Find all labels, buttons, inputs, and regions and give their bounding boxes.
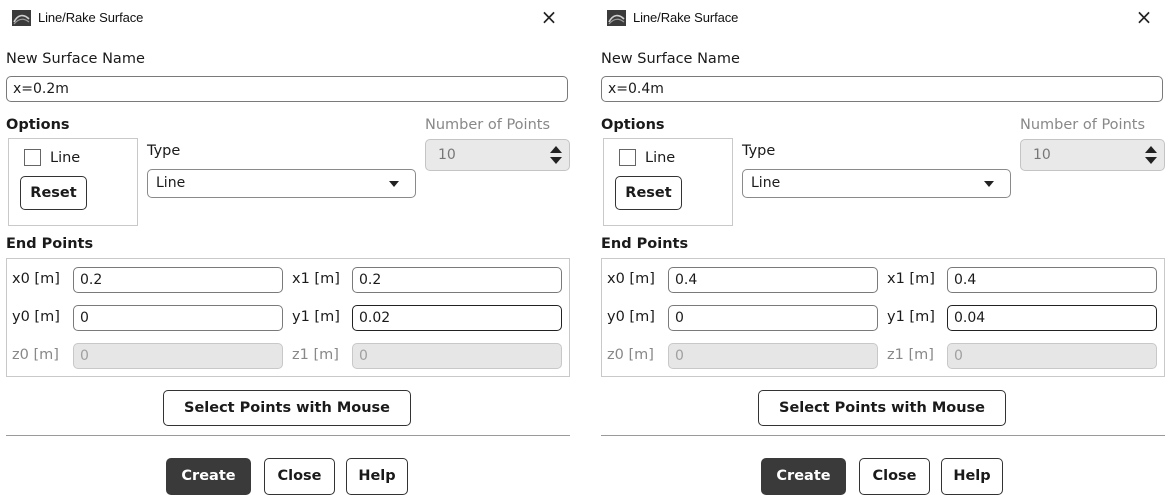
z1-field: 0 — [947, 343, 1157, 369]
close-button[interactable]: Close — [859, 458, 930, 495]
number-of-points-label: Number of Points — [1020, 117, 1145, 133]
stepper-up-icon[interactable] — [1145, 146, 1157, 153]
y0-label: y0 [m] — [12, 309, 60, 325]
x0-label: x0 [m] — [607, 271, 655, 287]
end-points-label: End Points — [601, 236, 689, 252]
y1-label: y1 [m] — [292, 309, 340, 325]
close-icon[interactable]: × — [538, 6, 560, 28]
x1-label: x1 [m] — [887, 271, 935, 287]
line-rake-surface-dialog-1: Line/Rake Surface × New Surface Name x=0… — [2, 0, 572, 495]
new-surface-name-input[interactable]: x=0.4m — [601, 76, 1163, 102]
close-button[interactable]: Close — [264, 458, 335, 495]
number-of-points-label: Number of Points — [425, 117, 550, 133]
x0-label: x0 [m] — [12, 271, 60, 287]
type-select[interactable]: Line — [147, 169, 416, 198]
line-rake-surface-dialog-2: Line/Rake Surface × New Surface Name x=0… — [597, 0, 1167, 495]
divider — [6, 435, 570, 436]
y0-field[interactable]: 0 — [668, 305, 878, 331]
z1-label: z1 [m] — [887, 347, 934, 363]
number-of-points-stepper[interactable]: 10 — [425, 139, 570, 171]
number-of-points-value: 10 — [1033, 147, 1051, 163]
title-bar: Line/Rake Surface × — [597, 0, 1167, 38]
z1-label: z1 [m] — [292, 347, 339, 363]
stepper-down-icon[interactable] — [550, 157, 562, 164]
options-group: Line Reset — [603, 138, 733, 226]
x0-field[interactable]: 0.4 — [668, 267, 878, 293]
type-select-value: Line — [156, 175, 186, 191]
type-label: Type — [147, 143, 181, 159]
z0-label: z0 [m] — [12, 347, 59, 363]
create-button[interactable]: Create — [166, 458, 251, 495]
type-select[interactable]: Line — [742, 169, 1011, 198]
dialog-title: Line/Rake Surface — [633, 10, 739, 25]
y0-field[interactable]: 0 — [73, 305, 283, 331]
dialog-title: Line/Rake Surface — [38, 10, 144, 25]
title-bar: Line/Rake Surface × — [2, 0, 572, 38]
end-points-label: End Points — [6, 236, 94, 252]
x1-label: x1 [m] — [292, 271, 340, 287]
stepper-up-icon[interactable] — [550, 146, 562, 153]
new-surface-name-label: New Surface Name — [6, 51, 145, 67]
help-button[interactable]: Help — [941, 458, 1003, 495]
options-label: Options — [601, 117, 665, 133]
select-points-with-mouse-button[interactable]: Select Points with Mouse — [163, 390, 411, 426]
divider — [601, 435, 1165, 436]
chevron-down-icon — [389, 181, 399, 187]
app-mesh-icon — [607, 10, 626, 26]
reset-button[interactable]: Reset — [20, 176, 87, 210]
z0-label: z0 [m] — [607, 347, 654, 363]
chevron-down-icon — [984, 181, 994, 187]
line-checkbox-label: Line — [50, 150, 81, 166]
select-points-with-mouse-button[interactable]: Select Points with Mouse — [758, 390, 1006, 426]
new-surface-name-input[interactable]: x=0.2m — [6, 76, 568, 102]
z0-field: 0 — [668, 343, 878, 369]
x1-field[interactable]: 0.2 — [352, 267, 562, 293]
y1-field[interactable]: 0.04 — [947, 305, 1157, 331]
y1-label: y1 [m] — [887, 309, 935, 325]
type-select-value: Line — [751, 175, 781, 191]
z0-field: 0 — [73, 343, 283, 369]
close-icon[interactable]: × — [1133, 6, 1155, 28]
number-of-points-stepper[interactable]: 10 — [1020, 139, 1165, 171]
new-surface-name-label: New Surface Name — [601, 51, 740, 67]
line-checkbox-label: Line — [645, 150, 676, 166]
line-checkbox[interactable] — [619, 149, 636, 166]
app-mesh-icon — [12, 10, 31, 26]
number-of-points-value: 10 — [438, 147, 456, 163]
help-button[interactable]: Help — [346, 458, 408, 495]
x1-field[interactable]: 0.4 — [947, 267, 1157, 293]
stepper-down-icon[interactable] — [1145, 157, 1157, 164]
options-group: Line Reset — [8, 138, 138, 226]
y1-field[interactable]: 0.02 — [352, 305, 562, 331]
z1-field: 0 — [352, 343, 562, 369]
reset-button[interactable]: Reset — [615, 176, 682, 210]
end-points-group: x0 [m] 0.4 x1 [m] 0.4 y0 [m] 0 y1 [m] 0.… — [601, 258, 1165, 377]
options-label: Options — [6, 117, 70, 133]
create-button[interactable]: Create — [761, 458, 846, 495]
line-checkbox[interactable] — [24, 149, 41, 166]
x0-field[interactable]: 0.2 — [73, 267, 283, 293]
y0-label: y0 [m] — [607, 309, 655, 325]
type-label: Type — [742, 143, 776, 159]
end-points-group: x0 [m] 0.2 x1 [m] 0.2 y0 [m] 0 y1 [m] 0.… — [6, 258, 570, 377]
